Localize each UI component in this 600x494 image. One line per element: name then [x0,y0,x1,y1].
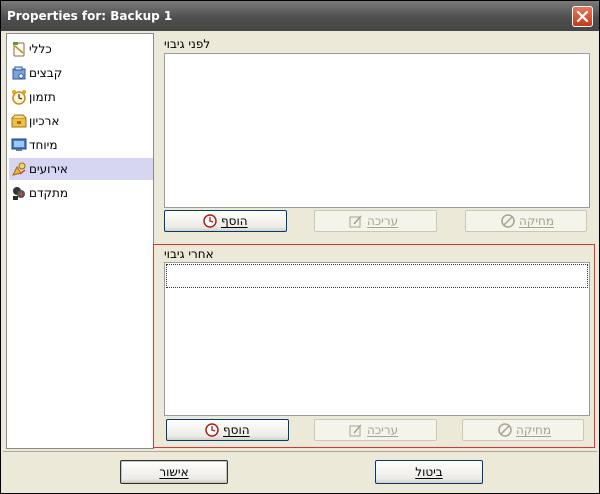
edit-icon [349,424,362,437]
list-item[interactable] [166,264,588,288]
nav-item-events[interactable]: אירועים [9,158,153,180]
after-add-button[interactable]: הוסף [166,419,289,441]
advanced-icon [13,187,25,200]
nav-label-advanced: מתקדם [29,186,69,200]
close-icon [576,10,589,23]
archive-icon [11,114,27,128]
before-edit-label: עריכה [367,214,399,228]
after-delete-label: מחיקה [516,423,552,437]
files-icon [12,66,26,80]
general-icon [13,42,25,57]
cancel-label: ביטול [415,465,443,479]
before-edit-button[interactable]: עריכה [314,210,437,232]
nav-item-files[interactable]: קבצים [9,62,153,84]
ok-button[interactable]: אישור [120,460,228,484]
nav-item-special[interactable]: מיוחד [9,134,153,156]
ok-label: אישור [159,465,189,479]
delete-icon [501,214,515,228]
nav-item-schedule[interactable]: תזמון [9,86,153,108]
before-backup-label: לפני גיבוי [164,37,211,51]
schedule-icon [12,90,26,105]
before-backup-list[interactable] [164,53,590,208]
nav-label-general: כללי [29,42,52,56]
nav-item-advanced[interactable]: מתקדם [9,182,153,204]
nav-label-events: אירועים [29,162,68,176]
nav-label-archive: ארכיון [29,114,60,128]
after-backup-label: אחרי גיבוי [164,247,214,261]
after-add-label: הוסף [223,423,250,437]
before-add-label: הוסף [221,214,248,228]
cancel-button[interactable]: ביטול [375,460,483,484]
special-icon [11,138,27,151]
dialog-body: כללי קבצים תזמון ארכיון מיוחד אירועים מת… [3,31,597,451]
after-delete-button[interactable]: מחיקה [462,419,584,441]
nav-item-archive[interactable]: ארכיון [9,110,153,132]
after-edit-label: עריכה [367,423,399,437]
before-delete-button[interactable]: מחיקה [465,210,587,232]
nav-label-special: מיוחד [29,138,58,152]
events-icon [12,162,26,176]
add-icon [205,423,219,437]
nav-label-files: קבצים [29,66,63,80]
after-backup-list[interactable] [164,262,590,416]
nav-label-schedule: תזמון [29,90,56,104]
dialog-footer: אישור ביטול [3,451,597,493]
window-title: Properties for: Backup 1 [7,9,173,23]
properties-dialog: Properties for: Backup 1 כללי קבצים תזמו… [0,0,600,494]
before-delete-label: מחיקה [519,214,555,228]
after-edit-button[interactable]: עריכה [314,419,437,441]
close-button[interactable] [572,6,593,27]
category-list: כללי קבצים תזמון ארכיון מיוחד אירועים מת… [6,33,154,449]
nav-item-general[interactable]: כללי [9,38,153,60]
title-bar: Properties for: Backup 1 [1,1,599,31]
edit-icon [349,215,362,228]
add-icon [203,214,217,228]
before-add-button[interactable]: הוסף [164,210,287,232]
delete-icon [498,423,512,437]
